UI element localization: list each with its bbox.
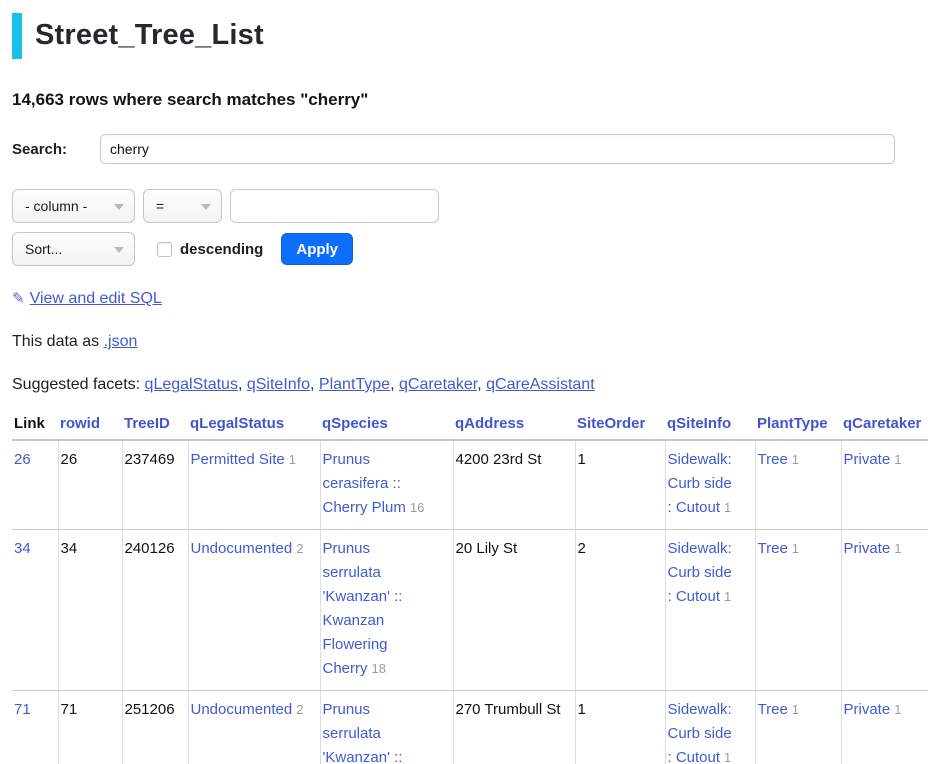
facet-separator: , <box>477 376 481 393</box>
cell-species-link[interactable]: Prunus serrulata 'Kwanzan' :: Kwanzan Fl… <box>323 540 403 677</box>
cell-caretaker-link[interactable]: Private <box>844 451 891 468</box>
facet-link-qlegalstatus[interactable]: qLegalStatus <box>145 376 238 393</box>
chevron-down-icon <box>114 204 124 210</box>
cell-address: 20 Lily St <box>453 530 575 691</box>
accent-bar <box>12 13 22 59</box>
view-edit-sql-link[interactable]: View and edit SQL <box>30 290 162 307</box>
column-header-qcaretaker[interactable]: qCaretaker <box>841 415 928 440</box>
facet-separator: , <box>390 376 394 393</box>
results-table: Link rowid TreeID qLegalStatus qSpecies … <box>12 415 928 764</box>
search-form: Search: <box>12 134 928 164</box>
row-link[interactable]: 34 <box>14 540 31 557</box>
column-header-link: Link <box>12 415 58 440</box>
row-count-heading: 14,663 rows where search matches "cherry… <box>12 90 928 110</box>
cell-site-order: 1 <box>575 691 665 764</box>
apply-button[interactable]: Apply <box>281 233 353 265</box>
cell-site-info-link[interactable]: Sidewalk: Curb side : Cutout <box>668 701 732 764</box>
row-link[interactable]: 71 <box>14 701 31 718</box>
cell-treeid: 237469 <box>122 440 188 530</box>
cell-caretaker-link[interactable]: Private <box>844 701 891 718</box>
cell-treeid: 240126 <box>122 530 188 691</box>
facet-count: 1 <box>724 589 731 604</box>
facet-count: 2 <box>296 702 303 717</box>
facet-count: 1 <box>894 702 901 717</box>
operator-select-value: = <box>156 198 164 214</box>
cell-plant-type-link[interactable]: Tree <box>758 451 788 468</box>
sort-select[interactable]: Sort... <box>12 232 135 266</box>
column-header-qspecies[interactable]: qSpecies <box>320 415 453 440</box>
table-header-row: Link rowid TreeID qLegalStatus qSpecies … <box>12 415 928 440</box>
sort-select-value: Sort... <box>25 241 62 257</box>
page-title: Street_Tree_List <box>35 13 264 59</box>
cell-plant-type-link[interactable]: Tree <box>758 540 788 557</box>
column-select-value: - column - <box>25 198 87 214</box>
facet-count: 1 <box>289 452 296 467</box>
facet-separator: , <box>238 376 242 393</box>
facet-count: 1 <box>724 750 731 764</box>
title-bar: Street_Tree_List <box>12 13 928 59</box>
descending-checkbox[interactable] <box>157 242 172 257</box>
facet-count: 16 <box>410 500 424 515</box>
cell-caretaker-link[interactable]: Private <box>844 540 891 557</box>
cell-address: 270 Trumbull St <box>453 691 575 764</box>
sort-row: Sort... descending Apply <box>12 232 928 266</box>
facet-link-qcaretaker[interactable]: qCaretaker <box>399 376 477 393</box>
chevron-down-icon <box>201 204 211 210</box>
cell-site-order: 1 <box>575 440 665 530</box>
column-header-planttype[interactable]: PlantType <box>755 415 841 440</box>
cell-treeid: 251206 <box>122 691 188 764</box>
json-link[interactable]: .json <box>104 333 138 350</box>
data-as-prefix: This data as <box>12 333 99 350</box>
cell-species-link[interactable]: Prunus cerasifera :: Cherry Plum <box>323 451 406 516</box>
column-header-qlegalstatus[interactable]: qLegalStatus <box>188 415 320 440</box>
column-header-qaddress[interactable]: qAddress <box>453 415 575 440</box>
column-header-qsiteinfo[interactable]: qSiteInfo <box>665 415 755 440</box>
row-link[interactable]: 26 <box>14 451 31 468</box>
search-label: Search: <box>12 141 100 158</box>
data-as-row: This data as .json <box>12 333 928 351</box>
filter-row: - column - = <box>12 189 928 223</box>
cell-legal-status-link[interactable]: Undocumented <box>191 701 293 718</box>
column-header-treeid[interactable]: TreeID <box>122 415 188 440</box>
facet-count: 1 <box>792 541 799 556</box>
facet-count: 1 <box>724 500 731 515</box>
sql-link-row: ✎ View and edit SQL <box>12 289 928 308</box>
table-row: 26 26 237469 Permitted Site 1 Prunus cera… <box>12 440 928 530</box>
descending-label: descending <box>180 241 263 258</box>
cell-address: 4200 23rd St <box>453 440 575 530</box>
facet-link-planttype[interactable]: PlantType <box>319 376 390 393</box>
cell-rowid: 34 <box>58 530 122 691</box>
cell-rowid: 26 <box>58 440 122 530</box>
facet-link-qcareassistant[interactable]: qCareAssistant <box>486 376 595 393</box>
facet-count: 18 <box>372 661 386 676</box>
facet-count: 1 <box>792 702 799 717</box>
facet-count: 1 <box>894 452 901 467</box>
facet-separator: , <box>310 376 314 393</box>
cell-plant-type-link[interactable]: Tree <box>758 701 788 718</box>
facets-prefix: Suggested facets: <box>12 376 140 393</box>
cell-site-order: 2 <box>575 530 665 691</box>
pencil-icon: ✎ <box>12 290 25 307</box>
cell-site-info-link[interactable]: Sidewalk: Curb side : Cutout <box>668 540 732 605</box>
column-select[interactable]: - column - <box>12 189 135 223</box>
column-header-siteorder[interactable]: SiteOrder <box>575 415 665 440</box>
facet-count: 2 <box>296 541 303 556</box>
column-header-rowid[interactable]: rowid <box>58 415 122 440</box>
table-row: 34 34 240126 Undocumented2 Prunus serrul… <box>12 530 928 691</box>
facet-count: 1 <box>894 541 901 556</box>
table-row: 71 71 251206 Undocumented2 Prunus serrul… <box>12 691 928 764</box>
facet-count: 1 <box>792 452 799 467</box>
cell-legal-status-link[interactable]: Permitted Site <box>191 451 285 468</box>
facet-link-qsiteinfo[interactable]: qSiteInfo <box>247 376 310 393</box>
filter-value-input[interactable] <box>230 189 439 223</box>
cell-site-info-link[interactable]: Sidewalk: Curb side : Cutout <box>668 451 732 516</box>
cell-legal-status-link[interactable]: Undocumented <box>191 540 293 557</box>
suggested-facets-row: Suggested facets: qLegalStatus, qSiteInf… <box>12 376 928 394</box>
cell-species-link[interactable]: Prunus serrulata 'Kwanzan' :: Kwanzan Fl… <box>323 701 403 764</box>
cell-rowid: 71 <box>58 691 122 764</box>
chevron-down-icon <box>114 247 124 253</box>
operator-select[interactable]: = <box>143 189 222 223</box>
search-input[interactable] <box>100 134 895 164</box>
